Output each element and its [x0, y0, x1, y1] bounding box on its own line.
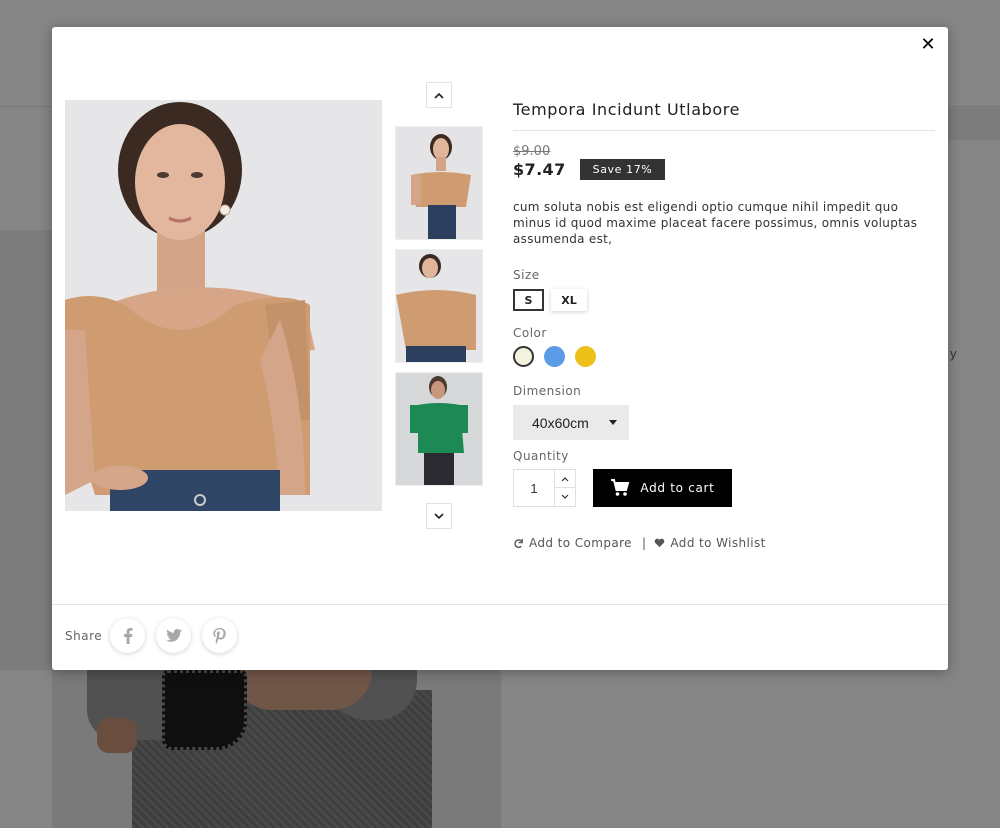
thumbnail-1[interactable]: [395, 126, 483, 240]
add-to-cart-button[interactable]: Add to cart: [593, 469, 732, 507]
pinterest-icon: [213, 627, 226, 644]
main-product-image[interactable]: [65, 100, 382, 511]
refresh-icon: [514, 538, 523, 548]
add-to-compare-link[interactable]: Add to Compare: [513, 536, 632, 550]
chevron-down-icon: [561, 494, 569, 499]
chevron-up-icon: [561, 476, 569, 481]
quick-view-modal: ✕ Tempora Incidunt Utlabore $9.00 $7.47 …: [52, 27, 948, 670]
old-price: $9.00: [513, 144, 551, 159]
thumbnail-3[interactable]: [395, 372, 483, 486]
quantity-row: 1 Add to cart: [513, 469, 935, 507]
product-description: cum soluta nobis est eligendi optio cumq…: [513, 200, 918, 246]
thumbnail-scroll-up-button[interactable]: [426, 82, 452, 108]
size-label: Size: [513, 268, 540, 282]
add-to-wishlist-link[interactable]: Add to Wishlist: [654, 536, 765, 550]
current-price: $7.47: [513, 160, 566, 179]
add-to-wishlist-label: Add to Wishlist: [670, 536, 766, 550]
shopping-cart-icon: [611, 479, 630, 496]
secondary-actions: Add to Compare | Add to Wishlist: [513, 536, 935, 550]
size-option-s[interactable]: S: [513, 289, 544, 311]
share-pinterest-button[interactable]: [202, 618, 238, 653]
chevron-down-icon: [434, 512, 444, 519]
actions-separator: |: [641, 536, 647, 550]
close-icon[interactable]: ✕: [918, 35, 938, 55]
quantity-decrement-button[interactable]: [555, 488, 576, 507]
dimension-selected-value: 40x60cm: [532, 414, 589, 431]
share-label: Share: [65, 628, 103, 643]
twitter-icon: [165, 629, 182, 642]
size-option-xl[interactable]: XL: [551, 289, 587, 311]
modal-footer-divider: [52, 604, 948, 605]
heart-icon: [655, 538, 665, 548]
thumbnail-scroll-down-button[interactable]: [426, 503, 452, 529]
quantity-increment-button[interactable]: [555, 469, 576, 488]
share-facebook-button[interactable]: [110, 618, 146, 653]
chevron-up-icon: [434, 92, 444, 99]
quantity-input[interactable]: 1: [513, 469, 555, 507]
quantity-label: Quantity: [513, 449, 569, 463]
share-twitter-button[interactable]: [156, 618, 192, 653]
facebook-icon: [123, 627, 133, 644]
color-swatch-yellow[interactable]: [575, 346, 596, 367]
add-to-compare-label: Add to Compare: [529, 536, 632, 550]
size-options: S XL: [513, 289, 935, 311]
color-swatch-blue[interactable]: [544, 346, 565, 367]
add-to-cart-label: Add to cart: [640, 481, 715, 495]
product-info: Tempora Incidunt Utlabore $9.00 $7.47 Sa…: [513, 100, 935, 550]
dimension-select[interactable]: 40x60cm: [513, 405, 629, 440]
price-row: $7.47 Save 17%: [513, 159, 935, 180]
color-swatch-cream[interactable]: [513, 346, 534, 367]
product-title: Tempora Incidunt Utlabore: [513, 100, 935, 131]
color-options: [513, 346, 935, 367]
thumbnail-2[interactable]: [395, 249, 483, 363]
discount-badge: Save 17%: [579, 159, 666, 180]
quantity-stepper: [555, 469, 576, 507]
caret-down-icon: [609, 420, 617, 425]
color-label: Color: [513, 326, 547, 340]
share-row: Share: [65, 618, 248, 653]
dimension-label: Dimension: [513, 384, 582, 398]
